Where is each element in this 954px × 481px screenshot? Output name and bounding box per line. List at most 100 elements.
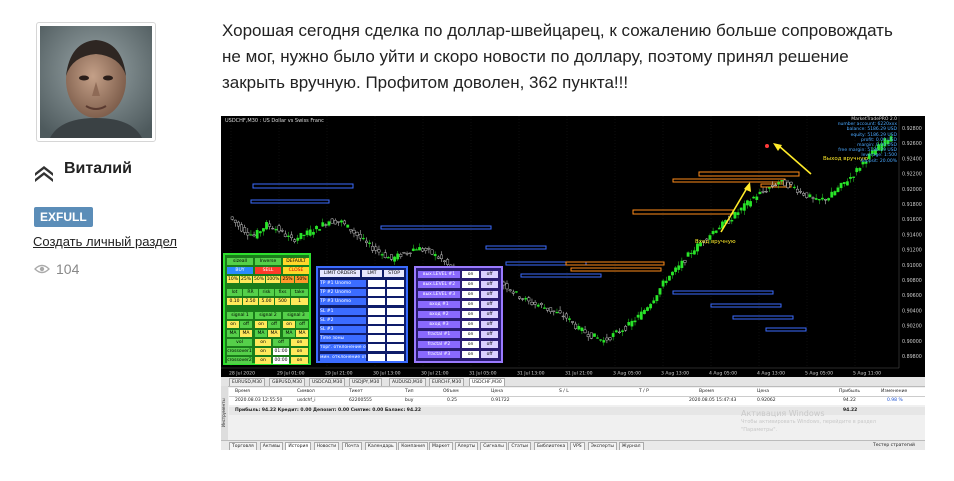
toggle-on[interactable]: on [255, 321, 267, 328]
panel-cell[interactable]: DEFAULT [283, 258, 309, 265]
toggle-on[interactable]: on [462, 291, 479, 298]
toggle-off[interactable]: off [481, 301, 498, 308]
symbol-tab[interactable]: EURCHF,M30 [429, 378, 465, 386]
col-price2[interactable]: Цена [757, 388, 769, 396]
panel-input[interactable] [368, 344, 385, 352]
col-time2[interactable]: Время [699, 388, 714, 396]
panel-cell[interactable]: LMT [362, 270, 382, 277]
trade-panel-blue[interactable]: LIMIT ORDERS LMT STOP TP #1 Unomo TP #2 U… [316, 266, 408, 363]
avatar[interactable] [36, 22, 156, 142]
panel-cell[interactable]: 50% [253, 276, 265, 283]
panel-cell[interactable]: MA [268, 330, 280, 337]
panel-input[interactable]: 5.00 [259, 298, 274, 305]
symbol-tab[interactable]: GBPUSD,M30 [269, 378, 305, 386]
panel-input[interactable] [387, 280, 404, 287]
trade-panel-green[interactable]: sizeall Inverse DEFAULT BUY SELL CLOSE 1… [223, 253, 311, 365]
close-button[interactable]: CLOSE [283, 267, 309, 274]
toolbox-tab[interactable]: Календарь [364, 442, 397, 450]
panel-input[interactable]: 1 [291, 298, 308, 305]
toggle-off[interactable]: off [481, 271, 498, 278]
panel-cell[interactable]: 50% [295, 276, 308, 283]
toolbox-tab[interactable]: Новости [313, 442, 340, 450]
panel-input[interactable]: 01:00 [273, 348, 289, 355]
toolbox-tab[interactable]: Журнал [618, 442, 644, 450]
toggle-on[interactable]: on [462, 271, 479, 278]
panel-input[interactable] [368, 316, 385, 324]
toolbox-tab[interactable]: Активы [259, 442, 284, 450]
toolbox-tab[interactable]: Торговля [229, 442, 257, 450]
panel-cell[interactable]: Inverse [255, 258, 281, 265]
panel-input[interactable] [387, 307, 404, 315]
toggle-off[interactable]: off [481, 311, 498, 318]
panel-input[interactable] [368, 353, 385, 361]
panel-input[interactable] [368, 335, 385, 343]
toggle-off[interactable]: off [481, 321, 498, 328]
trade-panel-purple[interactable]: вых.LEVEL #1 on off вых.LEVEL #2 on off вых.LE… [414, 266, 503, 363]
toggle-on[interactable]: on [462, 341, 479, 348]
toggle-on[interactable]: on [462, 321, 479, 328]
panel-cell[interactable]: 100% [266, 276, 280, 283]
create-section-link[interactable]: Создать личный раздел [33, 234, 177, 249]
col-type[interactable]: Тип [405, 388, 414, 396]
panel-cell[interactable]: on [255, 348, 271, 355]
toggle-on[interactable]: on [227, 321, 239, 328]
col-symbol[interactable]: Символ [297, 388, 315, 396]
symbol-tab[interactable]: EURUSD,M30 [229, 378, 265, 386]
col-volume[interactable]: Объем [443, 388, 459, 396]
col-price[interactable]: Цена [491, 388, 503, 396]
panel-cell[interactable]: STOP [384, 270, 404, 277]
col-time[interactable]: Время [235, 388, 250, 396]
col-change[interactable]: Изменение [881, 388, 907, 396]
toggle-off[interactable]: off [268, 321, 280, 328]
symbol-tab[interactable]: AUDUSD,M30 [389, 378, 426, 386]
table-row[interactable]: 2020.08.03 12:55:50 usdchf_i 62200555 bu… [229, 397, 925, 405]
panel-cell[interactable]: 25% [240, 276, 252, 283]
toggle-off[interactable]: off [481, 331, 498, 338]
sell-button[interactable]: SELL [255, 267, 281, 274]
toolbox-tab[interactable]: Статьи [508, 442, 532, 450]
panel-cell[interactable]: MA [283, 330, 295, 337]
panel-cell[interactable]: off [273, 339, 289, 346]
panel-input[interactable] [368, 326, 385, 333]
panel-cell[interactable]: 25% [281, 276, 294, 283]
toggle-off[interactable]: off [240, 321, 252, 328]
toggle-off[interactable]: off [481, 281, 498, 288]
terminal-screenshot[interactable]: 0.92800 0.92600 0.92400 0.92200 0.92000 0.918… [221, 116, 925, 450]
panel-cell[interactable]: on [291, 339, 308, 346]
strategy-tester-tab[interactable]: Тестер стратегий [873, 442, 915, 450]
toolbox-tab[interactable]: Библиотека [534, 442, 569, 450]
col-profit[interactable]: Прибыль [839, 388, 860, 396]
panel-input[interactable] [387, 289, 404, 297]
symbol-tab[interactable]: USDCHF,M30 [469, 378, 505, 386]
toolbox-tab[interactable]: История [285, 442, 312, 450]
panel-cell[interactable]: MA [227, 330, 239, 337]
toggle-on[interactable]: on [462, 331, 479, 338]
panel-cell[interactable]: sizeall [227, 258, 253, 265]
panel-input[interactable]: 500 [275, 298, 290, 305]
panel-cell[interactable]: MA [255, 330, 267, 337]
toolbox-tab[interactable]: Эксперты [587, 442, 617, 450]
symbol-tab[interactable]: USDCAD,M30 [309, 378, 346, 386]
toolbox-tab[interactable]: Маркет [429, 442, 453, 450]
toolbox-tab[interactable]: Компания [398, 442, 428, 450]
toggle-off[interactable]: off [296, 321, 308, 328]
toggle-off[interactable]: off [481, 341, 498, 348]
toolbox-tab[interactable]: Алерты [454, 442, 479, 450]
panel-cell[interactable]: on [255, 339, 271, 346]
toolbox-tab[interactable]: VPS [570, 442, 585, 450]
toggle-on[interactable]: on [462, 311, 479, 318]
panel-input[interactable] [387, 298, 404, 306]
panel-cell[interactable]: on [291, 348, 308, 355]
buy-button[interactable]: BUY [227, 267, 253, 274]
panel-input[interactable] [368, 298, 385, 306]
panel-input[interactable]: 0.10 [227, 298, 242, 305]
panel-input[interactable] [368, 280, 385, 287]
panel-input[interactable] [368, 307, 385, 315]
toggle-off[interactable]: off [481, 291, 498, 298]
panel-cell[interactable]: on [291, 357, 308, 364]
panel-input[interactable] [387, 326, 404, 333]
toggle-on[interactable]: on [462, 281, 479, 288]
author-name[interactable]: Виталий [64, 160, 132, 178]
panel-cell[interactable]: on [255, 357, 271, 364]
panel-input[interactable] [387, 335, 404, 343]
